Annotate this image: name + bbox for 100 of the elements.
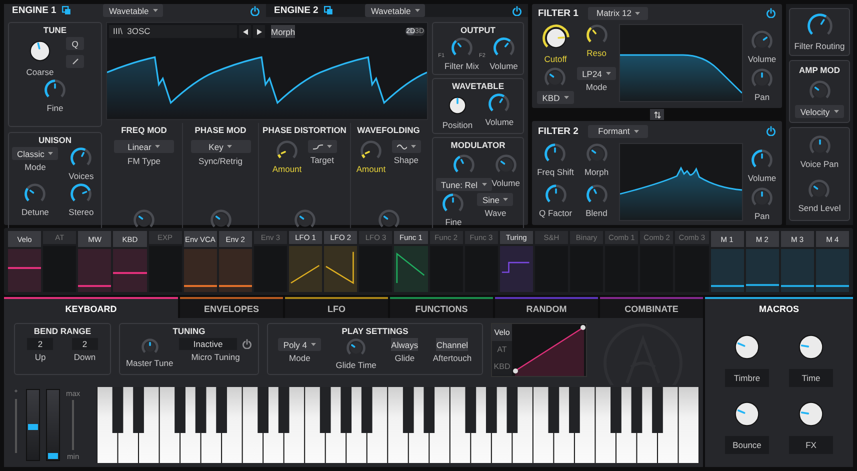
dropdown[interactable]: Poly 4 [278,338,321,351]
mod-preview[interactable] [394,246,428,292]
mod-preview[interactable] [816,249,849,292]
power-icon[interactable] [766,126,776,136]
engine-tab[interactable]: ENGINE 2 Wavetable [266,4,528,17]
next-button[interactable] [253,25,265,38]
quantize-button[interactable]: Q [66,37,84,50]
dropdown[interactable]: Key [190,140,250,153]
mod-wheel[interactable] [46,389,60,461]
knob-indicator[interactable] [361,150,370,158]
dropdown[interactable]: Sine [477,193,514,206]
copy-icon[interactable] [62,6,72,15]
knob-indicator[interactable] [451,40,462,56]
knob-indicator[interactable] [807,14,826,35]
knob-label: Fine [445,217,462,227]
dropdown[interactable]: Linear [114,140,174,153]
piano-keyboard-drawing[interactable] [97,387,699,463]
knob-indicator[interactable] [550,73,555,78]
mod-preview[interactable] [8,249,42,292]
mod-preview[interactable] [184,249,217,292]
knob-indicator[interactable] [24,188,35,202]
knob-indicator[interactable] [489,94,505,112]
dropdown[interactable]: LP24 [577,67,616,80]
mod-preview[interactable] [324,246,358,292]
tab[interactable]: RANDOM [495,297,598,318]
wheel-thumb[interactable] [48,452,58,459]
dropdown[interactable]: Matrix 12 [588,6,648,20]
knob-indicator[interactable] [818,140,820,145]
mod-preview[interactable] [78,249,112,292]
velocity-curve-drawing[interactable] [512,324,586,376]
dropdown[interactable] [392,140,421,153]
value-field[interactable]: 2 [72,338,98,350]
knob-indicator[interactable] [70,148,86,166]
value-field[interactable]: Inactive [179,338,238,350]
knob-indicator[interactable] [456,98,458,104]
mod-preview[interactable] [218,249,252,292]
pencil-button[interactable] [66,55,84,68]
tab[interactable]: KEYBOARD [4,297,178,318]
knob-indicator[interactable] [382,215,388,220]
dropdown[interactable]: Tune: Rel [436,178,492,191]
knob-indicator[interactable] [762,36,768,41]
tab[interactable]: ENVELOPES [180,297,283,318]
knob-indicator[interactable] [542,24,569,48]
knob-indicator[interactable] [500,160,506,165]
dropdown[interactable]: Wavetable [365,4,426,17]
dropdown[interactable] [308,140,337,153]
knob-indicator[interactable] [350,344,356,348]
curve-source-tab[interactable]: KBD [492,358,512,375]
knob-indicator[interactable] [298,215,304,220]
pitch-wheel[interactable] [26,389,40,461]
curve-source-tab[interactable]: AT [492,341,512,358]
previous-button[interactable] [239,25,251,38]
knob-indicator[interactable] [590,149,596,154]
aftertouch-button[interactable]: Channel [436,338,468,351]
engine-tab[interactable]: ENGINE 1 Wavetable [4,4,266,17]
knob-indicator[interactable] [70,184,91,202]
dropdown[interactable]: Classic [12,147,58,160]
wavetable-name-field[interactable]: III\ 3OSC [109,25,237,38]
power-icon[interactable] [250,6,260,16]
tab[interactable]: COMBINATE [600,297,703,318]
power-icon[interactable] [766,8,776,18]
knob-indicator[interactable] [138,215,144,220]
morph-button[interactable]: Morph [271,25,296,38]
tab[interactable]: FUNCTIONS [390,297,493,318]
dropdown[interactable]: Formant [588,124,648,138]
copy-icon[interactable] [324,6,334,15]
knob-indicator[interactable] [761,72,763,78]
mod-preview[interactable] [780,249,814,292]
wheel-thumb[interactable] [28,424,38,430]
mod-preview[interactable] [289,246,322,292]
curve-source-tab[interactable]: Velo [492,324,512,341]
knob-indicator[interactable] [545,144,556,162]
knob-indicator[interactable] [453,156,464,172]
swap-button[interactable] [650,109,664,120]
knob-indicator[interactable] [148,342,150,346]
knob-indicator[interactable] [545,184,556,202]
power-icon[interactable] [512,6,522,16]
knob-indicator[interactable] [752,150,763,168]
knob-indicator[interactable] [277,150,286,158]
tab[interactable]: LFO [285,297,388,318]
slider-track[interactable] [72,400,74,450]
knob-indicator[interactable] [493,38,510,56]
knob-indicator[interactable] [814,86,819,91]
dropdown[interactable]: KBD [537,91,574,104]
knob-indicator[interactable] [443,194,454,212]
knob-indicator[interactable] [214,215,220,220]
mod-preview[interactable] [113,249,146,292]
knob-indicator[interactable] [761,191,763,197]
glide-button[interactable]: Always [391,338,418,351]
knob-indicator[interactable] [44,80,56,98]
knob-indicator[interactable] [814,185,819,190]
mod-preview[interactable] [746,249,779,292]
value-field[interactable]: 2 [27,338,54,350]
dropdown[interactable]: Wavetable [103,4,164,17]
dropdown[interactable]: Velocity [795,105,844,118]
mod-preview[interactable] [710,249,744,292]
knob-indicator[interactable] [586,185,597,202]
macros-tab[interactable]: MACROS [705,297,853,318]
knob-indicator[interactable] [586,27,596,42]
power-icon[interactable] [242,339,252,349]
